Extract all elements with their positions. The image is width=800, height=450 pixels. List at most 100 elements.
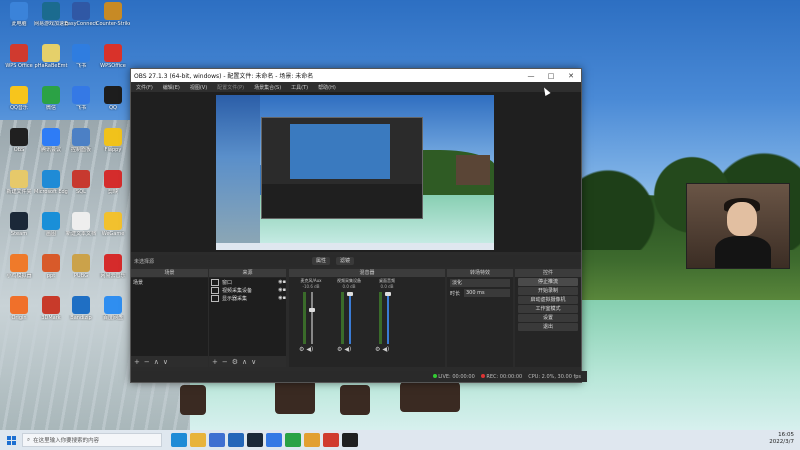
desktop-icon[interactable]: 新建文件夹 — [2, 170, 36, 195]
desktop-icon[interactable]: 微信 — [34, 86, 68, 111]
menu-scene-collection[interactable]: 场景集合(S) — [249, 84, 286, 91]
desktop-icon[interactable]: 控制面板 — [64, 128, 98, 153]
volume-fader[interactable] — [349, 292, 351, 344]
desktop-icon[interactable]: QQ音乐 — [2, 86, 36, 111]
gear-icon[interactable]: ⚙ — [299, 346, 304, 353]
scene-item[interactable]: 场景 — [131, 278, 208, 286]
volume-fader[interactable] — [311, 292, 313, 344]
speaker-icon[interactable]: ◀) — [306, 346, 313, 353]
minimize-button[interactable]: — — [521, 72, 541, 80]
transition-select[interactable]: 淡化 — [450, 279, 510, 287]
desktop-icon[interactable]: Counter-Strike — [96, 2, 130, 27]
menu-profile[interactable]: 配置文件(P) — [212, 84, 249, 91]
desktop-icon[interactable]: 腾讯会议 — [34, 128, 68, 153]
gear-icon[interactable]: ⚙ — [337, 346, 342, 353]
start-button[interactable] — [0, 430, 22, 450]
taskbar-app-wps-icon[interactable] — [323, 433, 339, 447]
desktop-icon[interactable]: WeGame — [96, 212, 130, 237]
lock-icon[interactable]: ▪ — [283, 279, 286, 285]
desktop-icon[interactable]: 网易游戏加速器 — [34, 2, 68, 27]
close-button[interactable]: ✕ — [561, 72, 581, 80]
preview-canvas[interactable] — [216, 95, 494, 250]
desktop-icon[interactable]: 网易云音乐 — [96, 254, 130, 279]
desktop-icon[interactable]: 小鸡模拟器 — [2, 254, 36, 279]
desktop-icon[interactable]: QQ — [96, 86, 130, 111]
remove-icon[interactable]: − — [222, 358, 228, 366]
scenes-list[interactable]: 场景 — [131, 278, 208, 356]
desktop-icon[interactable]: 画图 — [34, 212, 68, 237]
desktop-icon[interactable]: pHaRaBeEmt — [34, 44, 68, 69]
taskbar-app-wechat-icon[interactable] — [285, 433, 301, 447]
desktop-icon[interactable]: Microsoft Edge — [34, 170, 68, 195]
stop-streaming-button[interactable]: 停止推流 — [518, 278, 578, 286]
fader-knob[interactable] — [309, 308, 315, 312]
desktop-icon[interactable]: WPS Office — [2, 44, 36, 69]
desktop-icon[interactable]: Origin — [2, 296, 36, 321]
source-item[interactable]: 视频采集设备 ◉ ▪ — [209, 286, 286, 294]
maximize-button[interactable]: □ — [541, 72, 561, 80]
taskbar-app-feishu-icon[interactable] — [266, 433, 282, 447]
virtual-camera-button[interactable]: 启动虚拟摄像机 — [518, 296, 578, 304]
up-icon[interactable]: ∧ — [154, 358, 159, 366]
mixer-channel: 桌面音频 0.0 dB ⚙ ◀) — [369, 278, 405, 354]
down-icon[interactable]: ∨ — [163, 358, 168, 366]
desktop-icon[interactable]: Bandizip — [64, 296, 98, 321]
settings-button[interactable]: 设置 — [518, 314, 578, 322]
volume-fader[interactable] — [387, 292, 389, 344]
sources-list[interactable]: 窗口 ◉ ▪ 视频采集设备 ◉ ▪ 显示器采集 ◉ ▪ — [209, 278, 286, 356]
desktop-icon[interactable]: 3DMark — [34, 296, 68, 321]
desktop-icon[interactable]: 剪映 — [96, 170, 130, 195]
down-icon[interactable]: ∨ — [251, 358, 256, 366]
desktop-icon[interactable]: WPSOffice — [96, 44, 130, 69]
desktop-icon[interactable]: Flappy — [96, 128, 130, 153]
filters-button[interactable]: 滤镜 — [336, 257, 355, 265]
menu-view[interactable]: 视图(V) — [185, 84, 212, 91]
desktop-icon[interactable]: EasyConnect — [64, 2, 98, 27]
taskbar-app-mail-icon[interactable] — [228, 433, 244, 447]
remove-icon[interactable]: − — [144, 358, 150, 366]
desktop-icon[interactable]: 百度网盘 — [96, 296, 130, 321]
exit-button[interactable]: 退出 — [518, 323, 578, 331]
desktop-icon[interactable]: 新建文本文档 — [64, 212, 98, 237]
lock-icon[interactable]: ▪ — [283, 295, 286, 301]
preview-area[interactable] — [131, 92, 581, 252]
source-item[interactable]: 窗口 ◉ ▪ — [209, 278, 286, 286]
desktop-icon[interactable]: OBS — [2, 128, 36, 153]
menu-help[interactable]: 帮助(H) — [313, 84, 341, 91]
desktop-icon[interactable]: ppt — [34, 254, 68, 279]
gear-icon[interactable]: ⚙ — [232, 358, 238, 366]
gear-icon[interactable]: ⚙ — [375, 346, 380, 353]
taskbar-app-obs-icon[interactable] — [342, 433, 358, 447]
desktop-icon[interactable]: SQL — [64, 170, 98, 195]
add-icon[interactable]: + — [134, 358, 140, 366]
source-item[interactable]: 显示器采集 ◉ ▪ — [209, 294, 286, 302]
speaker-icon[interactable]: ◀) — [344, 346, 351, 353]
fader-knob[interactable] — [385, 292, 391, 296]
obs-titlebar[interactable]: OBS 27.1.3 (64-bit, windows) - 配置文件: 未命名… — [131, 69, 581, 82]
properties-button[interactable]: 属性 — [312, 257, 331, 265]
taskbar-app-explorer-icon[interactable] — [190, 433, 206, 447]
taskbar-app-steam-icon[interactable] — [247, 433, 263, 447]
up-icon[interactable]: ∧ — [242, 358, 247, 366]
studio-mode-button[interactable]: 工作室模式 — [518, 305, 578, 313]
lock-icon[interactable]: ▪ — [283, 287, 286, 293]
desktop-icon[interactable]: 飞书 — [64, 86, 98, 111]
system-tray[interactable]: 16:05 2022/3/7 — [769, 432, 794, 446]
desktop-icon[interactable]: PUBG — [64, 254, 98, 279]
obs-window[interactable]: OBS 27.1.3 (64-bit, windows) - 配置文件: 未命名… — [130, 68, 587, 383]
menu-tools[interactable]: 工具(T) — [286, 84, 313, 91]
taskbar-app-store-icon[interactable] — [209, 433, 225, 447]
speaker-icon[interactable]: ◀) — [382, 346, 389, 353]
desktop-icon[interactable]: 此电脑 — [2, 2, 36, 27]
desktop-icon[interactable]: 飞书 — [64, 44, 98, 69]
taskbar-app-edge-icon[interactable] — [171, 433, 187, 447]
start-recording-button[interactable]: 开始录制 — [518, 287, 578, 295]
taskbar-search-input[interactable]: ⌕ 在这里输入你要搜索的内容 — [22, 433, 162, 447]
menu-file[interactable]: 文件(F) — [131, 84, 158, 91]
menu-edit[interactable]: 编辑(E) — [158, 84, 185, 91]
taskbar-app-files-icon[interactable] — [304, 433, 320, 447]
desktop-icon[interactable]: Steam — [2, 212, 36, 237]
fader-knob[interactable] — [347, 292, 353, 296]
duration-input[interactable]: 300 ms — [464, 289, 510, 297]
add-icon[interactable]: + — [212, 358, 218, 366]
